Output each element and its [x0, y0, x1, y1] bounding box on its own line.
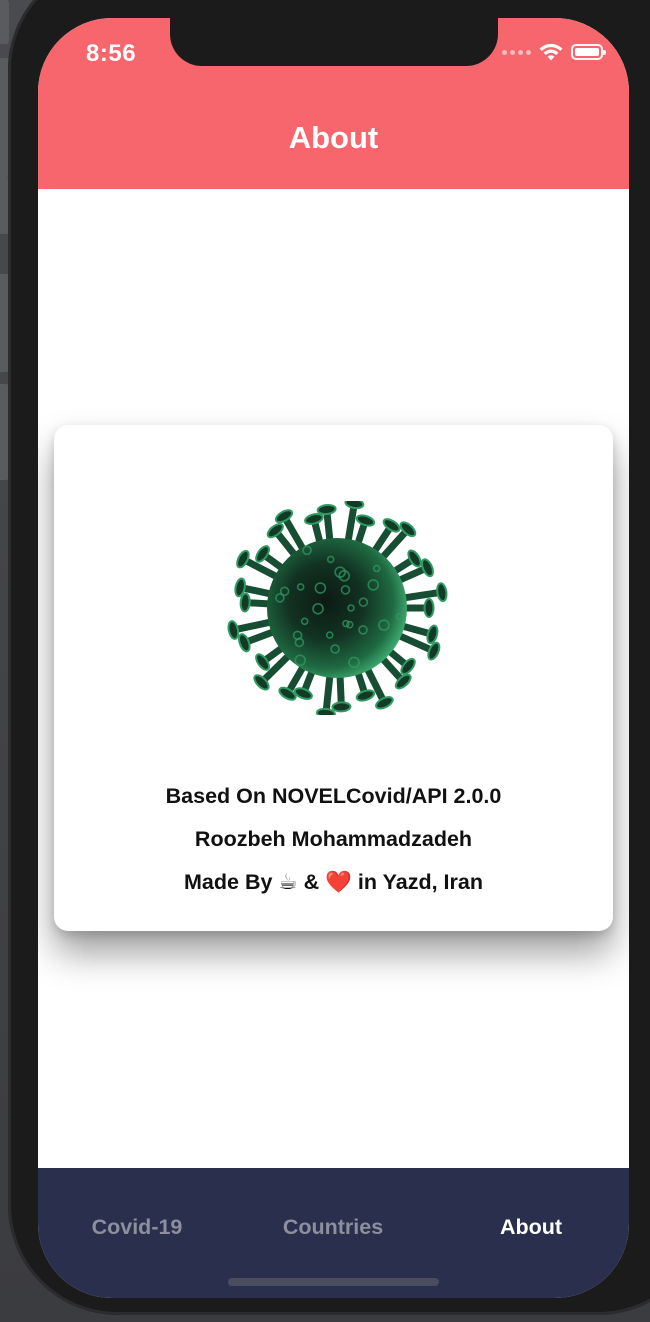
status-time: 8:56	[86, 40, 137, 67]
page-title: About	[288, 120, 379, 155]
device-screen: 8:56 About Based On NOVELCovid/API 2.0.0…	[38, 18, 629, 1298]
virus-body	[267, 538, 407, 678]
battery-icon	[571, 44, 606, 60]
simulator-window: 8:56 About Based On NOVELCovid/API 2.0.0…	[0, 0, 650, 1322]
bottom-tab-bar: Covid-19 Countries About	[38, 1168, 629, 1298]
desktop-edge-tab	[0, 0, 9, 44]
tab-about[interactable]: About	[466, 1215, 596, 1240]
device-notch	[170, 18, 498, 66]
made-by-text: Made By ☕ & ❤️ in Yazd, Iran	[184, 870, 483, 894]
navigation-header: 8:56 About	[38, 18, 629, 189]
status-icons	[502, 43, 606, 61]
about-text: Based On NOVELCovid/API 2.0.0 Roozbeh Mo…	[54, 775, 613, 904]
tab-countries[interactable]: Countries	[268, 1215, 398, 1240]
home-indicator[interactable]	[228, 1278, 439, 1286]
coronavirus-image	[227, 501, 448, 715]
about-content: Based On NOVELCovid/API 2.0.0 Roozbeh Mo…	[38, 189, 629, 1168]
about-card: Based On NOVELCovid/API 2.0.0 Roozbeh Mo…	[54, 425, 613, 931]
cellular-signal-icon	[502, 49, 531, 55]
tab-covid-19[interactable]: Covid-19	[72, 1215, 202, 1240]
author-name: Roozbeh Mohammadzadeh	[194, 827, 473, 851]
api-credit-text: Based On NOVELCovid/API 2.0.0	[165, 784, 502, 808]
wifi-icon	[539, 43, 563, 61]
